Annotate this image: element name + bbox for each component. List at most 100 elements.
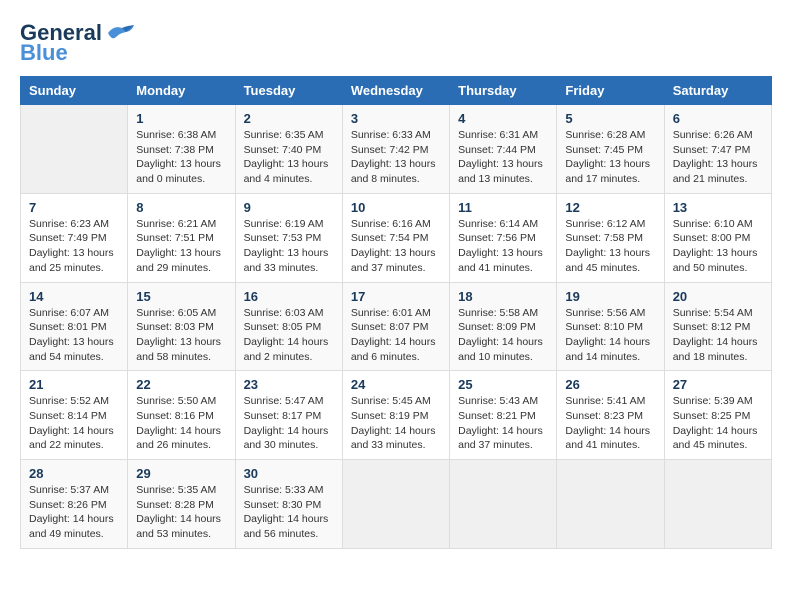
day-info: Sunrise: 5:58 AM Sunset: 8:09 PM Dayligh… <box>458 306 548 365</box>
sunrise-text: Sunrise: 6:03 AM <box>244 307 324 319</box>
day-info: Sunrise: 6:38 AM Sunset: 7:38 PM Dayligh… <box>136 128 226 187</box>
day-info: Sunrise: 6:19 AM Sunset: 7:53 PM Dayligh… <box>244 217 334 276</box>
sunset-text: Sunset: 7:40 PM <box>244 144 322 156</box>
daylight-text: Daylight: 13 hours and 33 minutes. <box>244 247 329 274</box>
daylight-text: Daylight: 13 hours and 21 minutes. <box>673 158 758 185</box>
day-number: 7 <box>29 200 119 215</box>
calendar-cell: 24 Sunrise: 5:45 AM Sunset: 8:19 PM Dayl… <box>342 371 449 460</box>
sunrise-text: Sunrise: 6:07 AM <box>29 307 109 319</box>
day-number: 6 <box>673 111 763 126</box>
daylight-text: Daylight: 14 hours and 37 minutes. <box>458 425 543 452</box>
day-number: 8 <box>136 200 226 215</box>
sunrise-text: Sunrise: 6:05 AM <box>136 307 216 319</box>
sunset-text: Sunset: 8:19 PM <box>351 410 429 422</box>
daylight-text: Daylight: 13 hours and 4 minutes. <box>244 158 329 185</box>
day-info: Sunrise: 6:23 AM Sunset: 7:49 PM Dayligh… <box>29 217 119 276</box>
sunset-text: Sunset: 7:49 PM <box>29 232 107 244</box>
day-number: 16 <box>244 289 334 304</box>
calendar-cell: 22 Sunrise: 5:50 AM Sunset: 8:16 PM Dayl… <box>128 371 235 460</box>
day-number: 14 <box>29 289 119 304</box>
day-header-monday: Monday <box>128 77 235 105</box>
day-info: Sunrise: 5:35 AM Sunset: 8:28 PM Dayligh… <box>136 483 226 542</box>
sunset-text: Sunset: 7:47 PM <box>673 144 751 156</box>
daylight-text: Daylight: 14 hours and 22 minutes. <box>29 425 114 452</box>
sunset-text: Sunset: 8:01 PM <box>29 321 107 333</box>
day-info: Sunrise: 6:14 AM Sunset: 7:56 PM Dayligh… <box>458 217 548 276</box>
day-info: Sunrise: 5:50 AM Sunset: 8:16 PM Dayligh… <box>136 394 226 453</box>
day-number: 13 <box>673 200 763 215</box>
day-info: Sunrise: 6:16 AM Sunset: 7:54 PM Dayligh… <box>351 217 441 276</box>
logo: General Blue <box>20 20 138 66</box>
day-number: 4 <box>458 111 548 126</box>
day-info: Sunrise: 6:03 AM Sunset: 8:05 PM Dayligh… <box>244 306 334 365</box>
day-number: 3 <box>351 111 441 126</box>
sunset-text: Sunset: 8:12 PM <box>673 321 751 333</box>
sunset-text: Sunset: 8:23 PM <box>565 410 643 422</box>
day-info: Sunrise: 5:43 AM Sunset: 8:21 PM Dayligh… <box>458 394 548 453</box>
day-number: 20 <box>673 289 763 304</box>
sunrise-text: Sunrise: 6:19 AM <box>244 218 324 230</box>
day-info: Sunrise: 6:12 AM Sunset: 7:58 PM Dayligh… <box>565 217 655 276</box>
daylight-text: Daylight: 14 hours and 49 minutes. <box>29 513 114 540</box>
day-info: Sunrise: 6:01 AM Sunset: 8:07 PM Dayligh… <box>351 306 441 365</box>
calendar-week-row: 1 Sunrise: 6:38 AM Sunset: 7:38 PM Dayli… <box>21 105 772 194</box>
sunset-text: Sunset: 8:09 PM <box>458 321 536 333</box>
day-info: Sunrise: 5:37 AM Sunset: 8:26 PM Dayligh… <box>29 483 119 542</box>
sunrise-text: Sunrise: 5:58 AM <box>458 307 538 319</box>
day-info: Sunrise: 5:52 AM Sunset: 8:14 PM Dayligh… <box>29 394 119 453</box>
calendar-cell: 9 Sunrise: 6:19 AM Sunset: 7:53 PM Dayli… <box>235 193 342 282</box>
sunrise-text: Sunrise: 5:56 AM <box>565 307 645 319</box>
sunrise-text: Sunrise: 5:52 AM <box>29 395 109 407</box>
sunset-text: Sunset: 7:38 PM <box>136 144 214 156</box>
sunset-text: Sunset: 8:16 PM <box>136 410 214 422</box>
daylight-text: Daylight: 13 hours and 29 minutes. <box>136 247 221 274</box>
calendar-cell <box>557 460 664 549</box>
sunset-text: Sunset: 7:56 PM <box>458 232 536 244</box>
day-header-tuesday: Tuesday <box>235 77 342 105</box>
day-number: 17 <box>351 289 441 304</box>
day-header-thursday: Thursday <box>450 77 557 105</box>
daylight-text: Daylight: 14 hours and 14 minutes. <box>565 336 650 363</box>
sunrise-text: Sunrise: 6:21 AM <box>136 218 216 230</box>
day-number: 9 <box>244 200 334 215</box>
day-info: Sunrise: 6:21 AM Sunset: 7:51 PM Dayligh… <box>136 217 226 276</box>
page-header: General Blue <box>20 20 772 66</box>
calendar-cell: 7 Sunrise: 6:23 AM Sunset: 7:49 PM Dayli… <box>21 193 128 282</box>
calendar-cell: 28 Sunrise: 5:37 AM Sunset: 8:26 PM Dayl… <box>21 460 128 549</box>
calendar-cell: 23 Sunrise: 5:47 AM Sunset: 8:17 PM Dayl… <box>235 371 342 460</box>
sunrise-text: Sunrise: 6:14 AM <box>458 218 538 230</box>
day-number: 15 <box>136 289 226 304</box>
calendar-week-row: 7 Sunrise: 6:23 AM Sunset: 7:49 PM Dayli… <box>21 193 772 282</box>
sunset-text: Sunset: 8:07 PM <box>351 321 429 333</box>
daylight-text: Daylight: 13 hours and 13 minutes. <box>458 158 543 185</box>
day-number: 22 <box>136 377 226 392</box>
day-number: 21 <box>29 377 119 392</box>
calendar-cell: 26 Sunrise: 5:41 AM Sunset: 8:23 PM Dayl… <box>557 371 664 460</box>
calendar-cell: 17 Sunrise: 6:01 AM Sunset: 8:07 PM Dayl… <box>342 282 449 371</box>
sunrise-text: Sunrise: 6:10 AM <box>673 218 753 230</box>
sunset-text: Sunset: 8:21 PM <box>458 410 536 422</box>
daylight-text: Daylight: 14 hours and 6 minutes. <box>351 336 436 363</box>
day-number: 10 <box>351 200 441 215</box>
calendar-cell: 19 Sunrise: 5:56 AM Sunset: 8:10 PM Dayl… <box>557 282 664 371</box>
day-info: Sunrise: 6:35 AM Sunset: 7:40 PM Dayligh… <box>244 128 334 187</box>
calendar-week-row: 14 Sunrise: 6:07 AM Sunset: 8:01 PM Dayl… <box>21 282 772 371</box>
sunset-text: Sunset: 8:25 PM <box>673 410 751 422</box>
calendar-cell: 11 Sunrise: 6:14 AM Sunset: 7:56 PM Dayl… <box>450 193 557 282</box>
day-info: Sunrise: 5:56 AM Sunset: 8:10 PM Dayligh… <box>565 306 655 365</box>
daylight-text: Daylight: 14 hours and 41 minutes. <box>565 425 650 452</box>
day-info: Sunrise: 5:33 AM Sunset: 8:30 PM Dayligh… <box>244 483 334 542</box>
sunrise-text: Sunrise: 5:45 AM <box>351 395 431 407</box>
sunrise-text: Sunrise: 5:41 AM <box>565 395 645 407</box>
day-info: Sunrise: 5:41 AM Sunset: 8:23 PM Dayligh… <box>565 394 655 453</box>
sunset-text: Sunset: 7:53 PM <box>244 232 322 244</box>
daylight-text: Daylight: 14 hours and 56 minutes. <box>244 513 329 540</box>
daylight-text: Daylight: 14 hours and 18 minutes. <box>673 336 758 363</box>
day-number: 25 <box>458 377 548 392</box>
day-info: Sunrise: 6:10 AM Sunset: 8:00 PM Dayligh… <box>673 217 763 276</box>
sunset-text: Sunset: 8:17 PM <box>244 410 322 422</box>
daylight-text: Daylight: 13 hours and 58 minutes. <box>136 336 221 363</box>
day-info: Sunrise: 6:07 AM Sunset: 8:01 PM Dayligh… <box>29 306 119 365</box>
sunset-text: Sunset: 7:54 PM <box>351 232 429 244</box>
calendar-cell: 15 Sunrise: 6:05 AM Sunset: 8:03 PM Dayl… <box>128 282 235 371</box>
